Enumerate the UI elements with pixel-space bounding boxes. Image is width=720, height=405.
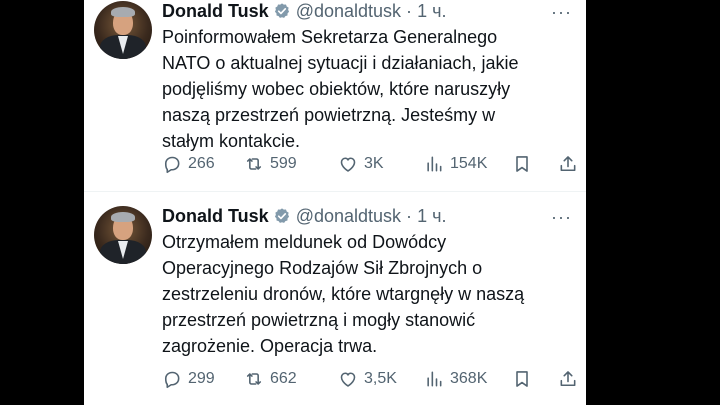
share-button[interactable] bbox=[558, 152, 578, 176]
tweet-text: Otrzymałem meldunek od Dowódcy Operacyjn… bbox=[162, 232, 525, 356]
share-icon bbox=[560, 156, 576, 172]
reply-count: 299 bbox=[188, 370, 215, 387]
author-name[interactable]: Donald Tusk bbox=[162, 206, 269, 226]
tweet-feed[interactable]: Donald Tusk @donaldtusk · 1 ч. ··· Poinfo… bbox=[84, 0, 586, 405]
heart-icon bbox=[340, 157, 356, 172]
screenshot-frame: Donald Tusk @donaldtusk · 1 ч. ··· Poinfo… bbox=[0, 0, 720, 405]
like-button[interactable]: 3,5K bbox=[338, 367, 397, 391]
timestamp[interactable]: 1 ч. bbox=[417, 206, 446, 226]
views-button[interactable]: 368K bbox=[424, 367, 487, 391]
timestamp[interactable]: 1 ч. bbox=[417, 1, 446, 21]
repost-button[interactable]: 662 bbox=[244, 367, 297, 391]
avatar[interactable] bbox=[94, 1, 152, 59]
bookmark-button[interactable] bbox=[512, 152, 532, 176]
tweet-actions: 299 662 3,5K 368K bbox=[162, 367, 580, 391]
reply-button[interactable]: 299 bbox=[162, 367, 215, 391]
author-handle[interactable]: @donaldtusk bbox=[296, 206, 401, 226]
bookmark-icon bbox=[516, 156, 528, 172]
reply-icon bbox=[164, 156, 180, 174]
repost-icon bbox=[246, 373, 262, 385]
views-icon bbox=[427, 371, 442, 387]
like-button[interactable]: 3K bbox=[338, 152, 384, 176]
avatar[interactable] bbox=[94, 206, 152, 264]
repost-count: 662 bbox=[270, 370, 297, 387]
verified-badge-icon bbox=[273, 2, 291, 26]
verified-badge-icon bbox=[273, 207, 291, 231]
like-count: 3,5K bbox=[364, 370, 397, 387]
tweet-actions: 266 599 3K 154K bbox=[162, 152, 580, 176]
bookmark-button[interactable] bbox=[512, 367, 532, 391]
repost-button[interactable]: 599 bbox=[244, 152, 297, 176]
avatar-hair bbox=[111, 212, 135, 222]
tweet-header: Donald Tusk @donaldtusk · 1 ч. bbox=[162, 204, 446, 228]
views-count: 154K bbox=[450, 155, 488, 172]
views-button[interactable]: 154K bbox=[424, 152, 487, 176]
views-count: 368K bbox=[450, 370, 488, 387]
tweet-header: Donald Tusk @donaldtusk · 1 ч. bbox=[162, 0, 446, 23]
repost-count: 599 bbox=[270, 155, 297, 172]
heart-icon bbox=[340, 372, 356, 387]
share-icon bbox=[560, 371, 576, 387]
reply-button[interactable]: 266 bbox=[162, 152, 215, 176]
bookmark-icon bbox=[516, 371, 528, 387]
views-icon bbox=[427, 156, 442, 172]
author-name[interactable]: Donald Tusk bbox=[162, 1, 269, 21]
avatar-hair bbox=[111, 7, 135, 17]
separator-dot: · bbox=[406, 206, 413, 226]
author-handle[interactable]: @donaldtusk bbox=[296, 1, 401, 21]
repost-icon bbox=[246, 158, 262, 170]
more-icon[interactable]: ··· bbox=[551, 208, 572, 226]
like-count: 3K bbox=[364, 155, 384, 172]
tweet-card[interactable]: Donald Tusk @donaldtusk · 1 ч. ··· Otrzym… bbox=[84, 191, 586, 389]
reply-count: 266 bbox=[188, 155, 215, 172]
share-button[interactable] bbox=[558, 367, 578, 391]
reply-icon bbox=[164, 371, 180, 389]
tweet-text: Poinformowałem Sekretarza Generalnego NA… bbox=[162, 27, 519, 151]
separator-dot: · bbox=[406, 1, 413, 21]
more-icon[interactable]: ··· bbox=[551, 3, 572, 21]
